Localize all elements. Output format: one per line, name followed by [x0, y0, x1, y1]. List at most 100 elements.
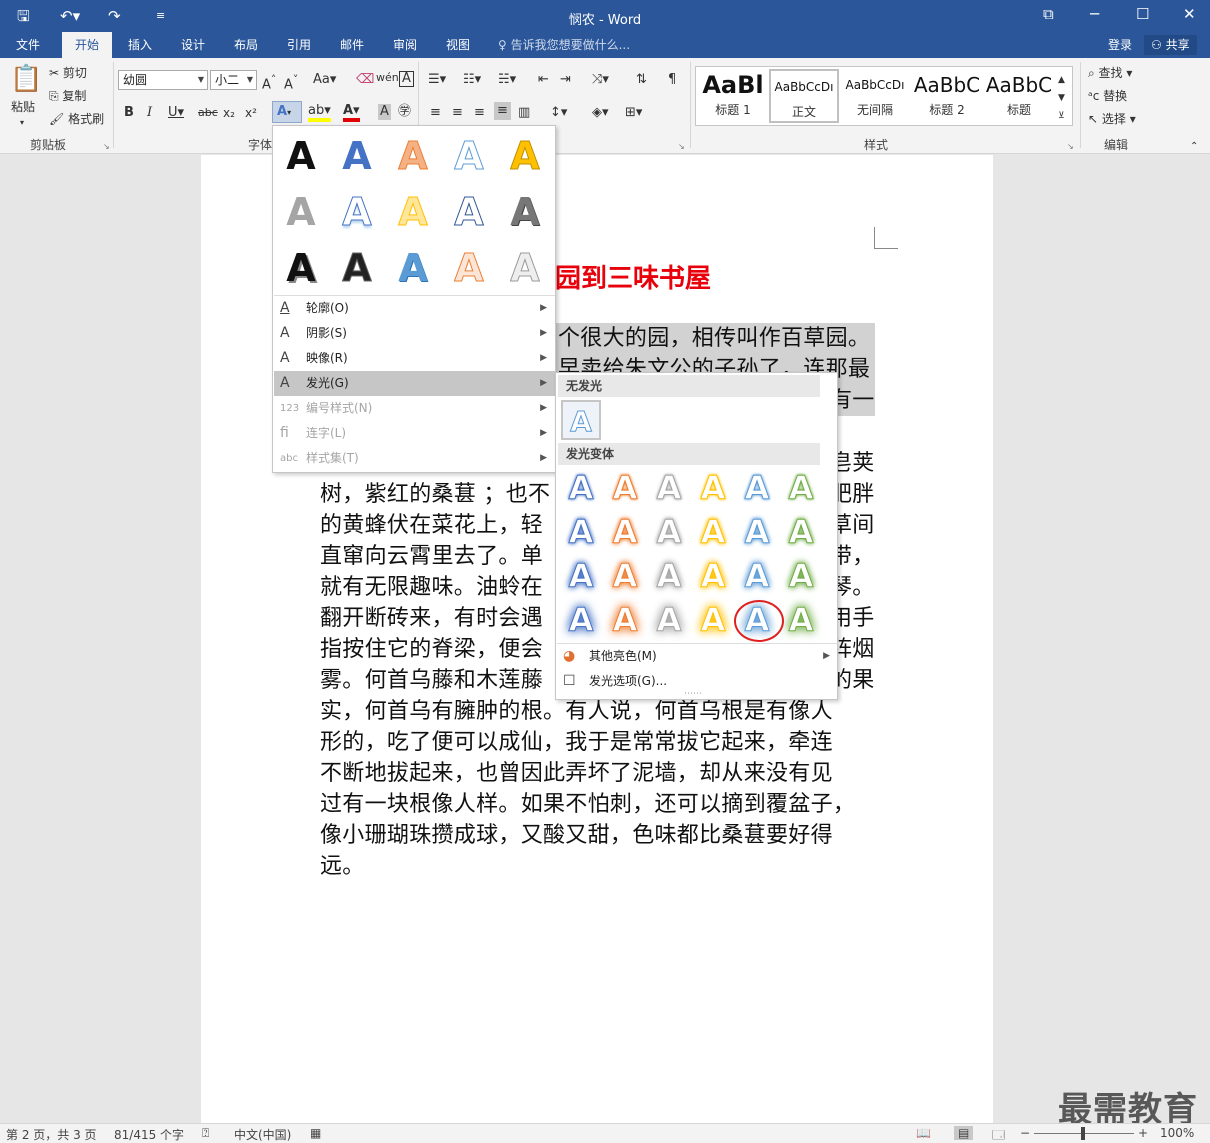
paragraph-launcher-icon[interactable]: ↘ — [678, 138, 685, 156]
glow-variant-option[interactable]: A — [561, 600, 601, 640]
share-button[interactable]: ⚇ 共享 — [1144, 35, 1197, 55]
font-color-icon[interactable]: A▾ — [343, 104, 360, 122]
glow-variant-option[interactable]: A — [605, 468, 645, 508]
clear-format-icon[interactable]: ⌫ — [356, 71, 374, 89]
justify-icon[interactable]: ≡ — [494, 102, 511, 120]
glow-variant-option[interactable]: A — [561, 468, 601, 508]
effect-outline-blue[interactable]: A — [445, 132, 493, 180]
effect-orange-outline[interactable]: A — [445, 244, 493, 292]
tell-me-search[interactable]: ♀ 告诉我您想要做什么... — [498, 32, 630, 58]
shading-icon[interactable]: ◈▾ — [592, 104, 609, 122]
glow-variant-option[interactable]: A — [737, 468, 777, 508]
styles-scroll-down-icon[interactable]: ▼ — [1058, 89, 1065, 107]
bullets-icon[interactable]: ☰▾ — [428, 71, 446, 89]
asian-layout-icon[interactable]: ⤨▾ — [592, 71, 609, 89]
replace-button[interactable]: ᵃc 替换 — [1088, 87, 1127, 105]
tab-mailings[interactable]: 邮件 — [327, 32, 377, 58]
zoom-out-icon[interactable]: − — [1020, 1126, 1030, 1140]
phonetic-guide-icon[interactable]: wén — [376, 69, 399, 87]
style-normal[interactable]: AaBbCcDı 正文 — [769, 69, 839, 123]
effect-reflection-blue[interactable]: A — [333, 188, 381, 236]
print-layout-icon[interactable]: ▤ — [954, 1126, 974, 1140]
tab-file[interactable]: 文件 — [4, 32, 52, 58]
ribbon-display-icon[interactable]: ⧉ — [1043, 5, 1054, 23]
cut-button[interactable]: ✂ 剪切 — [49, 64, 87, 82]
style-heading-2[interactable]: AaBbC 标题 2 — [912, 69, 982, 123]
glow-variant-option[interactable]: A — [693, 468, 733, 508]
increase-indent-icon[interactable]: ⇥ — [560, 71, 571, 89]
distributed-icon[interactable]: ▥ — [518, 104, 530, 122]
strikethrough-icon[interactable]: abc — [198, 104, 218, 122]
effect-silver[interactable]: A — [501, 244, 549, 292]
italic-icon[interactable]: I — [147, 104, 152, 122]
text-line[interactable]: 形的，吃了便可以成仙，我于是常常拔它起来，牵连 — [320, 727, 875, 758]
no-glow-option[interactable]: A — [561, 400, 601, 440]
close-icon[interactable]: ✕ — [1183, 5, 1196, 23]
superscript-icon[interactable]: x² — [245, 104, 257, 122]
glow-variant-option[interactable]: A — [649, 556, 689, 596]
document-heading[interactable]: 园到三味书屋 — [555, 258, 711, 295]
menu-item-more-glow-colors[interactable]: ◕ 其他亮色(M) ▶ — [557, 644, 838, 669]
decrease-indent-icon[interactable]: ⇤ — [538, 71, 549, 89]
maximize-icon[interactable]: ☐ — [1136, 5, 1149, 23]
bold-icon[interactable]: B — [124, 104, 134, 122]
format-painter-button[interactable]: 🖌 格式刷 — [49, 110, 104, 128]
glow-variant-option[interactable]: A — [649, 600, 689, 640]
zoom-in-icon[interactable]: + — [1138, 1126, 1148, 1140]
glow-variant-option[interactable]: A — [605, 512, 645, 552]
zoom-level[interactable]: 100% — [1160, 1126, 1194, 1140]
word-count[interactable]: 81/415 个字 — [114, 1126, 184, 1143]
text-line[interactable]: 像小珊瑚珠攒成球，又酸又甜，色味都比桑葚要好得 — [320, 820, 875, 851]
font-size-combo[interactable]: 小二 ▼ — [210, 70, 257, 90]
text-line[interactable]: 实，何首乌有臃肿的根。有人说，何首乌根是有像人 — [320, 696, 875, 727]
glow-variant-option[interactable]: A — [737, 512, 777, 552]
effect-outline-navy[interactable]: A — [445, 188, 493, 236]
glow-variant-option[interactable]: A — [781, 600, 821, 640]
numbering-icon[interactable]: ☷▾ — [463, 71, 481, 89]
style-heading-1[interactable]: AaBl 标题 1 — [698, 69, 768, 123]
effect-fill-orange[interactable]: A — [389, 132, 437, 180]
tab-view[interactable]: 视图 — [433, 32, 483, 58]
glow-variant-option[interactable]: A — [737, 556, 777, 596]
tab-insert[interactable]: 插入 — [115, 32, 165, 58]
show-marks-icon[interactable]: ¶ — [668, 71, 676, 89]
find-button[interactable]: ⌕ 查找 ▾ — [1088, 64, 1132, 82]
align-right-icon[interactable]: ≡ — [474, 104, 485, 122]
login-link[interactable]: 登录 — [1108, 32, 1132, 58]
web-layout-icon[interactable]: 🗔 — [992, 1126, 1005, 1143]
copy-button[interactable]: ⎘ 复制 — [49, 87, 86, 105]
menu-item-outline[interactable]: A 轮廓(O) ▶ — [274, 296, 555, 321]
enclose-char-icon[interactable]: ㊫ — [398, 103, 411, 121]
glow-variant-option[interactable]: A — [649, 512, 689, 552]
effect-fill-blue[interactable]: A — [333, 132, 381, 180]
text-line[interactable]: 不断地拔起来，也曾因此弄坏了泥墙，却从来没有见 — [320, 758, 875, 789]
glow-variant-option[interactable]: A — [649, 468, 689, 508]
tab-layout[interactable]: 布局 — [221, 32, 271, 58]
paste-icon[interactable]: 📋 — [10, 64, 42, 94]
collapse-ribbon-icon[interactable]: ⌃ — [1190, 138, 1198, 156]
paste-dropdown-icon[interactable]: ▾ — [20, 114, 24, 132]
line-spacing-icon[interactable]: ↕▾ — [550, 104, 567, 122]
minimize-icon[interactable]: ─ — [1090, 5, 1099, 23]
effect-fill-gray[interactable]: A — [277, 188, 325, 236]
menu-item-stylistic-sets[interactable]: abc 样式集(T) ▶ — [274, 446, 555, 471]
page-count[interactable]: 第 2 页，共 3 页 — [6, 1126, 97, 1143]
glow-variant-option[interactable]: A — [693, 556, 733, 596]
text-effects-button[interactable]: A▾ — [272, 101, 302, 123]
align-left-icon[interactable]: ≡ — [430, 104, 441, 122]
subscript-icon[interactable]: x₂ — [223, 104, 235, 122]
tab-references[interactable]: 引用 — [274, 32, 324, 58]
style-no-spacing[interactable]: AaBbCcDı 无间隔 — [840, 69, 910, 123]
tab-design[interactable]: 设计 — [168, 32, 218, 58]
font-name-combo[interactable]: 幼圆 ▼ — [118, 70, 208, 90]
effect-dark-bevel[interactable]: A — [333, 244, 381, 292]
styles-launcher-icon[interactable]: ↘ — [1067, 138, 1074, 156]
glow-variant-option[interactable]: A — [781, 512, 821, 552]
macro-icon[interactable]: ▦ — [310, 1126, 321, 1140]
menu-item-reflection[interactable]: A 映像(R) ▶ — [274, 346, 555, 371]
sort-icon[interactable]: ⇅ — [636, 71, 647, 89]
glow-variant-option[interactable]: A — [693, 512, 733, 552]
grow-font-icon[interactable]: A˄ — [262, 71, 276, 94]
tab-review[interactable]: 审阅 — [380, 32, 430, 58]
char-border-icon[interactable]: A — [399, 71, 414, 87]
